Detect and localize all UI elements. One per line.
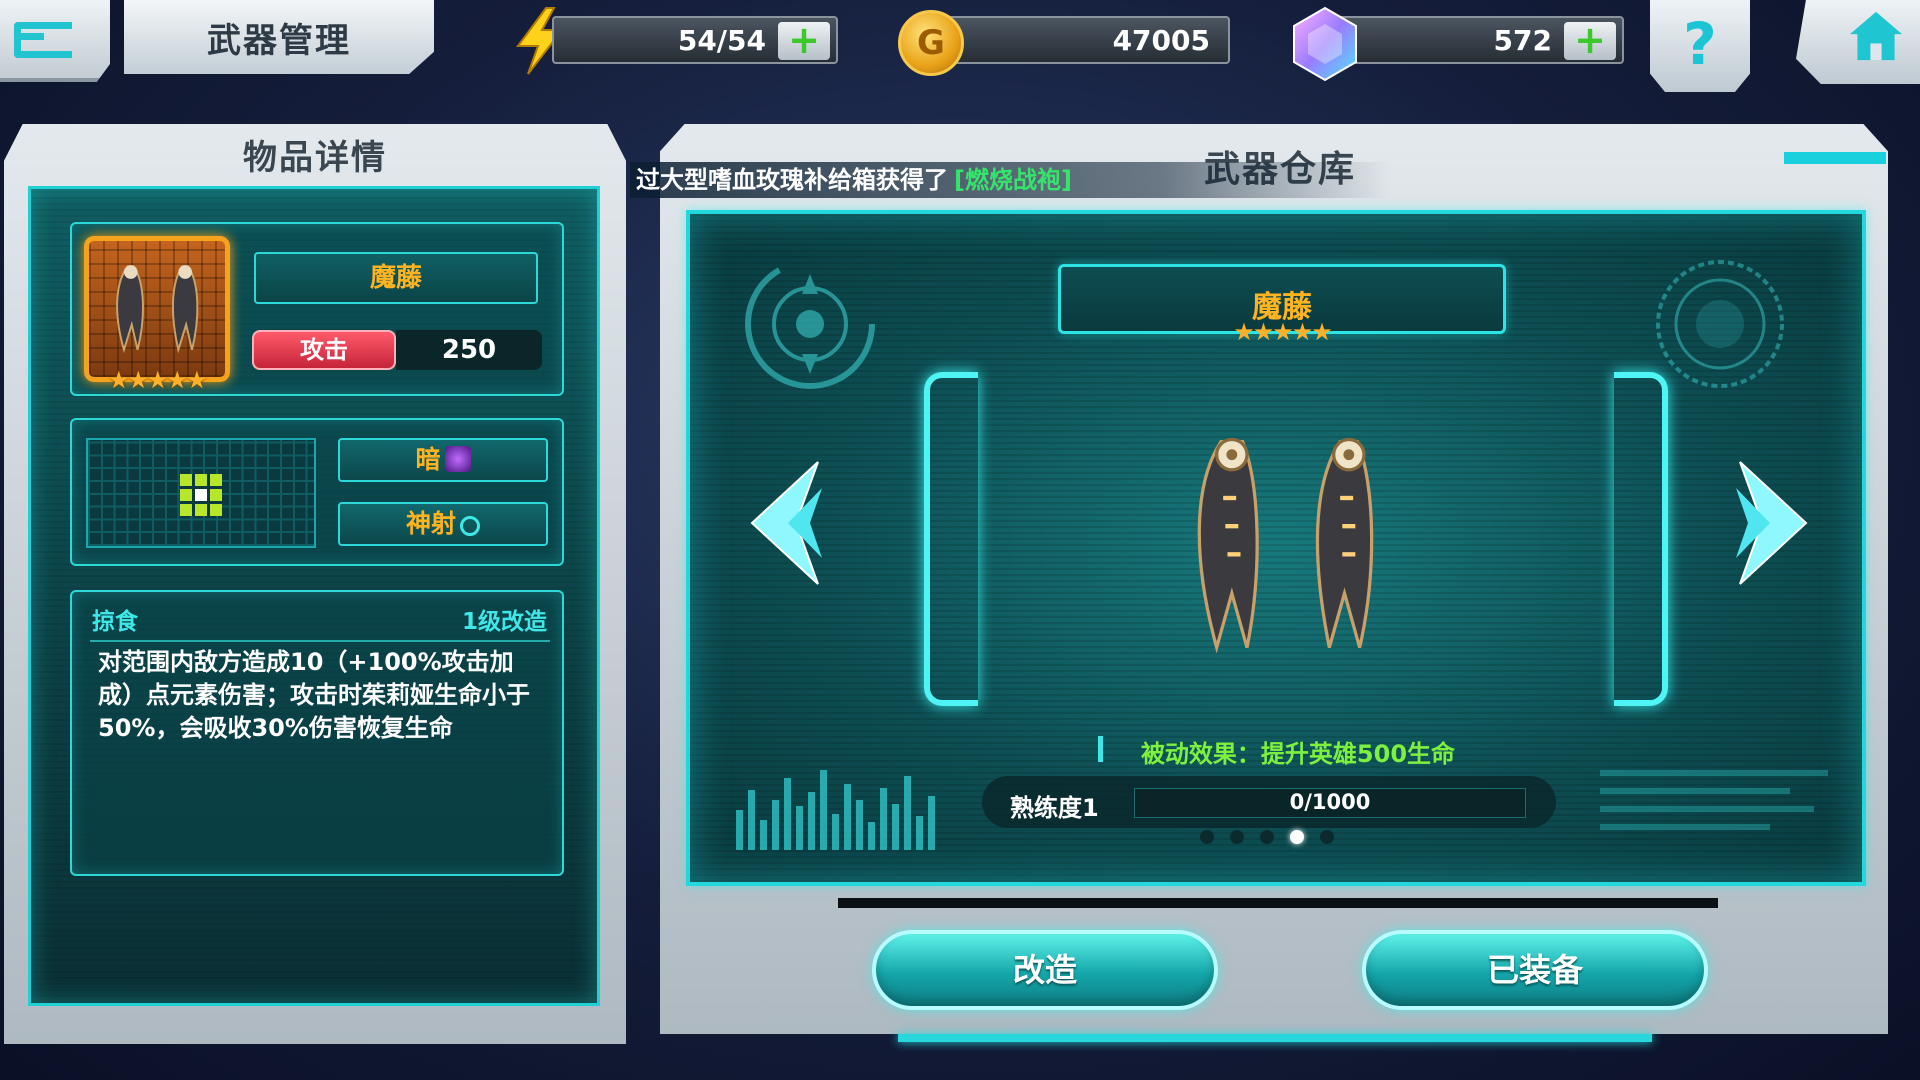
equalizer-bar bbox=[844, 784, 851, 850]
upgrade-button[interactable]: 改造 bbox=[872, 930, 1218, 1010]
equalizer-bar bbox=[928, 796, 935, 850]
skill-divider bbox=[90, 640, 550, 642]
weapon-thumbnail-stars: ★★★★★ bbox=[108, 366, 208, 394]
skill-level: 1级改造 bbox=[462, 609, 548, 635]
equalizer-bar bbox=[784, 778, 791, 850]
range-center-marker bbox=[195, 489, 207, 501]
type-tag-label: 神射 bbox=[405, 509, 456, 538]
page-dot[interactable] bbox=[1320, 830, 1334, 844]
page-title-plate: 武器管理 bbox=[124, 0, 434, 74]
back-icon bbox=[14, 22, 72, 58]
notification-text: 过大型嗜血玫瑰补给箱获得了 bbox=[636, 166, 948, 194]
home-icon bbox=[1850, 11, 1902, 61]
item-detail-title: 物品详情 bbox=[243, 138, 387, 178]
equalizer-bar bbox=[748, 790, 755, 850]
equalizer-bar bbox=[772, 800, 779, 850]
crosshair-icon bbox=[460, 516, 480, 536]
gem-plus-button[interactable]: + bbox=[1564, 21, 1616, 60]
element-tag: 暗 bbox=[338, 438, 548, 482]
bottom-glow-line bbox=[898, 1034, 1652, 1042]
equalizer-bar bbox=[796, 806, 803, 850]
plus-icon: + bbox=[788, 18, 820, 62]
page-dot[interactable] bbox=[1230, 830, 1244, 844]
weapon-display-image bbox=[1197, 437, 1374, 654]
arrow-left-icon[interactable] bbox=[748, 458, 828, 588]
equalizer-bar bbox=[916, 816, 923, 850]
gem-bar: 572 + bbox=[1334, 16, 1624, 64]
energy-value: 54/54 bbox=[677, 24, 766, 57]
equalizer-bar bbox=[904, 776, 911, 850]
back-button[interactable] bbox=[0, 0, 110, 82]
equalizer-bar bbox=[868, 822, 875, 850]
skill-name: 掠食 bbox=[92, 609, 138, 635]
proficiency-progress-text: 0/1000 bbox=[1289, 790, 1371, 814]
proficiency-label: 熟练度1 bbox=[1010, 794, 1099, 822]
page-indicator bbox=[1200, 830, 1340, 850]
equalizer-bar bbox=[760, 820, 767, 850]
page-title: 武器管理 bbox=[207, 20, 351, 61]
gold-coin-icon: G bbox=[898, 10, 964, 76]
attack-stat-value: 250 bbox=[396, 330, 542, 370]
weapon-name-plate: 魔藤 bbox=[254, 252, 538, 304]
display-bracket-left bbox=[924, 372, 978, 706]
home-button[interactable] bbox=[1796, 0, 1920, 84]
drop-notification: 过大型嗜血玫瑰补给箱获得了 [燃烧战袍] bbox=[630, 162, 1390, 198]
warehouse-title-accent bbox=[1784, 152, 1886, 164]
decorative-lines bbox=[1600, 766, 1828, 846]
equalizer-bar bbox=[808, 792, 815, 850]
equalizer-bar bbox=[892, 804, 899, 850]
equalizer-bar bbox=[832, 814, 839, 850]
display-bracket-right bbox=[1614, 372, 1668, 706]
type-tag: 神射 bbox=[338, 502, 548, 546]
page-dot[interactable] bbox=[1200, 830, 1214, 844]
display-weapon-stars: ★★★★★ bbox=[1233, 318, 1333, 346]
action-bar-strip bbox=[838, 898, 1718, 908]
page-dot[interactable] bbox=[1260, 830, 1274, 844]
attack-stat-label: 攻击 bbox=[252, 330, 396, 370]
plus-icon: + bbox=[1574, 18, 1606, 62]
radar-dial-icon bbox=[1656, 260, 1784, 388]
gem-icon bbox=[1293, 6, 1357, 82]
equalizer-bar bbox=[736, 810, 743, 850]
equipped-button[interactable]: 已装备 bbox=[1362, 930, 1708, 1010]
gold-value: 47005 bbox=[1112, 24, 1210, 57]
weapon-thumbnail bbox=[84, 236, 230, 382]
help-button[interactable]: ? bbox=[1650, 0, 1750, 92]
passive-effect: 被动效果：提升英雄500生命 bbox=[1140, 740, 1456, 768]
target-dial-icon bbox=[745, 259, 875, 389]
claw-weapon-icon bbox=[116, 265, 199, 354]
arrow-right-icon[interactable] bbox=[1730, 458, 1810, 588]
page-dot[interactable] bbox=[1290, 830, 1304, 844]
equalizer-bar bbox=[856, 800, 863, 850]
equalizer-bar bbox=[880, 788, 887, 850]
help-icon: ? bbox=[1683, 10, 1717, 78]
equalizer-bar bbox=[820, 770, 827, 850]
energy-bar: 54/54 + bbox=[552, 16, 838, 64]
dark-element-icon bbox=[444, 446, 471, 472]
gem-value: 572 bbox=[1493, 24, 1552, 57]
element-tag-label: 暗 bbox=[415, 445, 441, 474]
notification-item: [燃烧战袍] bbox=[954, 166, 1072, 194]
gold-bar: 47005 bbox=[940, 16, 1230, 64]
energy-plus-button[interactable]: + bbox=[778, 21, 830, 60]
decorative-equalizer bbox=[736, 770, 946, 850]
top-bar: 武器管理 54/54 + 47005 G 572 + ? bbox=[0, 0, 1920, 92]
skill-description: 对范围内敌方造成10（+100%攻击加成）点元素伤害；攻击时茱莉娅生命小于50%… bbox=[98, 648, 530, 742]
